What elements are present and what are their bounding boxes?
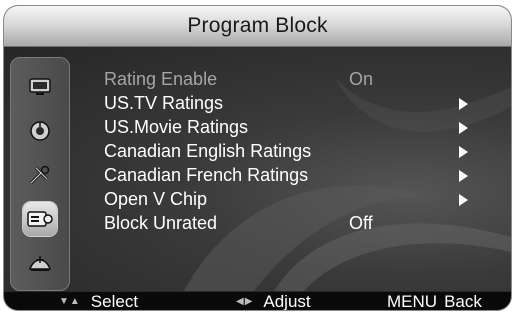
key-hint-bar: ▼▲ Select ◀▶ Adjust MENU Back — [4, 291, 511, 310]
menu-item-label: Canadian French Ratings — [104, 164, 309, 185]
menu-item-canadian-english-ratings[interactable]: Canadian English Ratings — [104, 139, 484, 163]
up-down-arrows-icon: ▼▲ — [59, 296, 81, 307]
sound-icon[interactable] — [23, 114, 57, 148]
sidebar — [10, 57, 70, 291]
setup-icon[interactable] — [23, 158, 57, 192]
menu-item-us-movie-ratings[interactable]: US.Movie Ratings — [104, 115, 484, 139]
submenu-arrow-icon — [459, 122, 468, 134]
page-title: Program Block — [187, 14, 328, 37]
menu-item-rating-enable[interactable]: Rating Enable On — [104, 67, 484, 91]
submenu-arrow-icon — [459, 146, 468, 158]
menu-item-label: Canadian English Ratings — [104, 140, 312, 161]
submenu-arrow-icon — [459, 170, 468, 182]
left-right-arrows-icon: ◀▶ — [236, 296, 254, 307]
title-bar: Program Block — [4, 6, 511, 47]
menu-key-label: MENU — [387, 291, 438, 311]
select-label: Select — [90, 291, 139, 311]
back-hint: MENU Back — [387, 291, 482, 311]
submenu-arrow-icon — [459, 194, 468, 206]
channel-icon[interactable] — [23, 246, 57, 280]
menu-item-label: US.TV Ratings — [104, 92, 224, 113]
menu-item-label: Open V Chip — [104, 188, 208, 209]
menu-item-value: Off — [349, 212, 373, 233]
adjust-label: Adjust — [263, 291, 311, 311]
content-area: Rating Enable On US.TV Ratings US.Movie … — [4, 47, 511, 291]
osd-window: Program Block Rating Enable On US.TV Rat… — [4, 6, 511, 310]
submenu-arrow-icon — [459, 98, 468, 110]
picture-icon[interactable] — [23, 70, 57, 104]
back-label: Back — [444, 291, 482, 311]
lock-icon[interactable] — [23, 202, 57, 236]
menu-item-block-unrated[interactable]: Block Unrated Off — [104, 211, 484, 235]
menu-item-label: US.Movie Ratings — [104, 116, 249, 137]
adjust-hint: ◀▶ Adjust — [236, 291, 311, 311]
menu-item-label: Block Unrated — [104, 212, 218, 233]
menu-item-open-v-chip[interactable]: Open V Chip — [104, 187, 484, 211]
menu-item-value: On — [349, 68, 374, 89]
select-hint: ▼▲ Select — [59, 291, 139, 311]
menu-item-canadian-french-ratings[interactable]: Canadian French Ratings — [104, 163, 484, 187]
menu-item-label: Rating Enable — [104, 68, 218, 89]
menu-item-us-tv-ratings[interactable]: US.TV Ratings — [104, 91, 484, 115]
program-block-menu: Rating Enable On US.TV Ratings US.Movie … — [104, 67, 484, 235]
